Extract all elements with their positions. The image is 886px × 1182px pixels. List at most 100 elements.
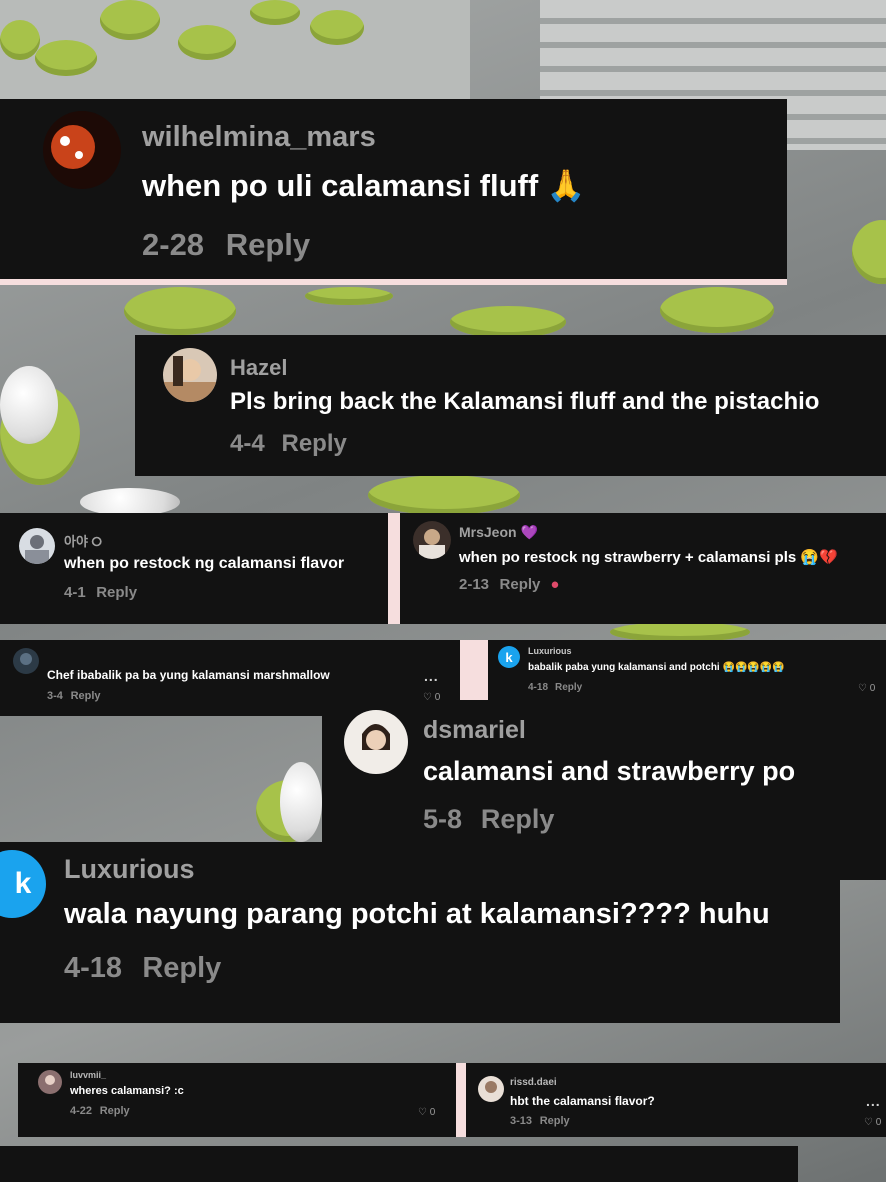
macaron bbox=[0, 20, 40, 60]
avatar[interactable]: k bbox=[498, 646, 520, 668]
comment-card: k Luxurious babalik paba yung kalamansi … bbox=[488, 640, 886, 700]
comment-text: Chef ibabalik pa ba yung kalamansi marsh… bbox=[47, 668, 330, 682]
comment-meta: 4-18 Reply bbox=[64, 952, 221, 985]
heart-icon: ● bbox=[550, 576, 560, 593]
macaron bbox=[35, 40, 97, 76]
avatar[interactable] bbox=[38, 1070, 62, 1094]
more-options-icon[interactable]: ... bbox=[866, 1093, 881, 1109]
avatar-image bbox=[25, 535, 49, 564]
avatar[interactable] bbox=[344, 710, 408, 774]
comment-username[interactable]: luvvmii_ bbox=[70, 1070, 106, 1080]
reply-button[interactable]: Reply bbox=[555, 682, 582, 693]
avatar-image bbox=[45, 1075, 55, 1085]
comment-card: k Luxurious wala nayung parang potchi at… bbox=[0, 842, 840, 1023]
macaron bbox=[250, 0, 300, 25]
meringue-dollop bbox=[0, 366, 58, 444]
comment-date: 3-13 bbox=[510, 1115, 533, 1127]
comment-card-partial bbox=[0, 1146, 798, 1182]
macaron bbox=[100, 0, 160, 40]
avatar-image bbox=[362, 724, 390, 750]
comment-username[interactable]: MrsJeon 💜 bbox=[459, 524, 538, 541]
meringue-dollop bbox=[80, 488, 180, 516]
comment-date: 5-8 bbox=[423, 804, 463, 834]
reply-button[interactable]: Reply bbox=[226, 227, 310, 262]
comment-username[interactable]: Luxurious bbox=[64, 854, 195, 885]
macaron bbox=[124, 287, 236, 335]
comment-meta: 2-13 Reply ● bbox=[459, 576, 559, 593]
reply-button[interactable]: Reply bbox=[71, 690, 101, 702]
comment-meta: 4-4 Reply bbox=[230, 430, 347, 458]
divider bbox=[388, 513, 400, 624]
reply-button[interactable]: Reply bbox=[100, 1105, 130, 1117]
avatar-image bbox=[51, 125, 95, 169]
comment-meta: 5-8 Reply bbox=[423, 804, 554, 835]
avatar[interactable] bbox=[163, 348, 217, 402]
avatar[interactable] bbox=[13, 648, 39, 674]
macaron bbox=[368, 475, 520, 515]
reply-button[interactable]: Reply bbox=[500, 576, 541, 593]
comment-meta: 2-28 Reply bbox=[142, 227, 310, 263]
reply-button[interactable]: Reply bbox=[540, 1115, 570, 1127]
avatar[interactable] bbox=[478, 1076, 504, 1102]
avatar-image bbox=[485, 1081, 497, 1093]
comment-text: when po restock ng calamansi flavor bbox=[64, 555, 345, 572]
comment-date: 4-1 bbox=[64, 584, 86, 601]
comment-username[interactable]: Hazel bbox=[230, 355, 287, 381]
comment-username[interactable]: rissd.daei bbox=[510, 1077, 557, 1088]
macaron bbox=[660, 287, 774, 333]
comment-text: hbt the calamansi flavor? bbox=[510, 1094, 655, 1108]
avatar-image bbox=[20, 653, 32, 665]
macaron bbox=[852, 220, 886, 284]
comment-username[interactable]: wilhelmina_mars bbox=[142, 121, 376, 154]
macaron bbox=[178, 25, 236, 60]
reply-button[interactable]: Reply bbox=[142, 952, 221, 984]
comment-meta: 4-22 Reply bbox=[70, 1105, 130, 1117]
avatar-image bbox=[163, 356, 217, 402]
comment-text: when po uli calamansi fluff 🙏 bbox=[142, 168, 586, 203]
comment-text: Pls bring back the Kalamansi fluff and t… bbox=[230, 388, 820, 415]
comment-card: MrsJeon 💜 when po restock ng strawberry … bbox=[400, 513, 886, 624]
comment-meta: 3-4 Reply bbox=[47, 690, 101, 702]
comment-date: 4-22 bbox=[70, 1105, 93, 1117]
comment-card: rissd.daei hbt the calamansi flavor? 3-1… bbox=[466, 1063, 886, 1137]
divider bbox=[0, 279, 787, 285]
macaron bbox=[310, 10, 364, 45]
comment-username[interactable]: 아야 ⭘ bbox=[64, 531, 102, 550]
comment-text: babalik paba yung kalamansi and potchi 😭… bbox=[528, 662, 785, 673]
meringue-dollop bbox=[280, 762, 322, 842]
reply-button[interactable]: Reply bbox=[281, 430, 346, 457]
avatar[interactable]: k bbox=[0, 850, 46, 918]
like-count[interactable]: ♡ 0 bbox=[858, 683, 875, 694]
avatar[interactable] bbox=[19, 528, 55, 564]
more-options-icon[interactable]: ... bbox=[424, 668, 439, 684]
like-count[interactable]: ♡ 0 bbox=[864, 1117, 881, 1128]
reply-button[interactable]: Reply bbox=[481, 804, 555, 834]
macaron bbox=[450, 306, 566, 338]
comment-card: 아야 ⭘ when po restock ng calamansi flavor… bbox=[0, 513, 388, 624]
avatar-image bbox=[419, 529, 445, 559]
comment-date: 4-18 bbox=[64, 952, 123, 984]
reply-button[interactable]: Reply bbox=[96, 584, 137, 601]
comment-card: Hazel Pls bring back the Kalamansi fluff… bbox=[135, 335, 886, 476]
comment-username[interactable]: dsmariel bbox=[423, 716, 526, 745]
comment-date: 3-4 bbox=[47, 690, 63, 702]
avatar[interactable] bbox=[43, 111, 121, 189]
comment-text: wheres calamansi? :c bbox=[70, 1085, 184, 1097]
comment-username[interactable]: Luxurious bbox=[528, 646, 572, 656]
macaron bbox=[305, 287, 393, 305]
comment-text: when po restock ng strawberry + calamans… bbox=[459, 549, 838, 566]
comment-card: wilhelmina_mars when po uli calamansi fl… bbox=[0, 99, 787, 279]
comment-meta: 4-1 Reply bbox=[64, 584, 137, 601]
avatar[interactable] bbox=[413, 521, 451, 559]
comment-text: calamansi and strawberry po bbox=[423, 756, 796, 786]
comment-date: 4-18 bbox=[528, 682, 549, 693]
like-count[interactable]: ♡ 0 bbox=[418, 1107, 435, 1118]
avatar-letter: k bbox=[14, 867, 32, 900]
comment-date: 2-28 bbox=[142, 227, 205, 262]
comment-date: 2-13 bbox=[459, 576, 490, 593]
comment-meta: 4-18 Reply bbox=[528, 682, 582, 693]
comment-card: luvvmii_ wheres calamansi? :c 4-22 Reply … bbox=[18, 1063, 456, 1137]
comment-date: 4-4 bbox=[230, 430, 265, 457]
macaron bbox=[610, 622, 750, 642]
divider bbox=[456, 1063, 466, 1137]
